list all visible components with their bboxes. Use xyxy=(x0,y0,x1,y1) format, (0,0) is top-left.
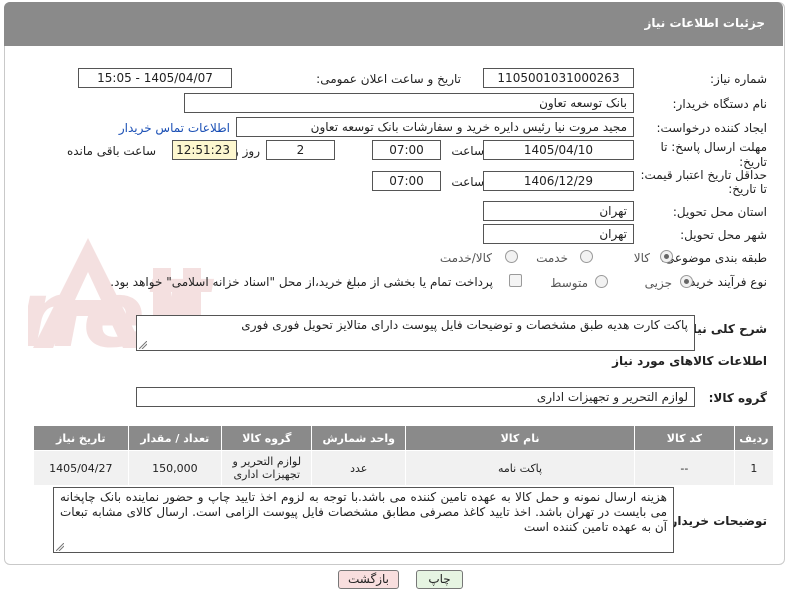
header-bar: جزئیات اطلاعات نیاز xyxy=(4,2,783,46)
treasury-payment-note: پرداخت تمام یا بخشی از مبلغ خرید،از محل … xyxy=(110,275,493,289)
summary-textarea[interactable]: پاکت کارت هدیه طبق مشخصات و توضیحات فایل… xyxy=(136,315,695,351)
process-label: نوع فرآیند خرید : xyxy=(682,275,767,289)
announce-label: تاریخ و ساعت اعلان عمومی: xyxy=(316,72,461,86)
city-label: شهر محل تحویل: xyxy=(680,228,767,242)
days-label: روز و xyxy=(233,144,260,158)
category-option-service: خدمت xyxy=(536,251,568,265)
process-radio-minor[interactable] xyxy=(680,275,693,288)
buyer-org-label: نام دستگاه خریدار: xyxy=(672,97,768,111)
summary-text: پاکت کارت هدیه طبق مشخصات و توضیحات فایل… xyxy=(241,318,688,332)
category-option-both: کالا/خدمت xyxy=(439,251,492,265)
deadline-time-label: ساعت xyxy=(451,144,484,158)
resize-handle-icon[interactable] xyxy=(139,341,147,349)
goods-group-label: گروه کالا: xyxy=(708,391,767,405)
days-field: 2 xyxy=(266,140,335,160)
goods-section-title: اطلاعات کالاهای مورد نیاز xyxy=(612,354,767,368)
need-number-field: 1105001031000263 xyxy=(483,68,634,88)
cell-quantity: 150,000 xyxy=(127,450,223,486)
category-radio-service[interactable] xyxy=(580,250,593,263)
deadline-time-field: 07:00 xyxy=(372,140,441,160)
table-row[interactable]: 1 -- پاکت نامه عدد لوازم التحریر و تجهیز… xyxy=(33,450,775,486)
col-row: ردیف xyxy=(733,425,775,451)
validity-label-2: تا تاریخ: xyxy=(728,182,767,196)
col-quantity: تعداد / مقدار xyxy=(127,425,223,451)
validity-date-field: 1406/12/29 xyxy=(483,171,634,191)
creator-field: مجید مروت نیا رئیس دایره خرید و سفارشات … xyxy=(236,117,634,137)
cell-row: 1 xyxy=(733,450,775,486)
cell-unit: عدد xyxy=(311,450,406,486)
need-number-label: شماره نیاز: xyxy=(710,72,767,86)
category-label: طبقه بندی موضوعی: xyxy=(660,251,767,265)
creator-label: ایجاد کننده درخواست: xyxy=(656,121,767,135)
buyer-notes-label: توضیحات خریدار: xyxy=(665,514,767,528)
process-option-medium: متوسط xyxy=(550,276,588,290)
resize-handle-icon[interactable] xyxy=(56,543,64,551)
category-radio-goods[interactable] xyxy=(660,250,673,263)
goods-table-header: ردیف کد کالا نام کالا واحد شمارش گروه کا… xyxy=(33,425,775,451)
goods-group-field: لوازم التحریر و تجهیزات اداری xyxy=(136,387,695,407)
validity-time-label: ساعت xyxy=(451,175,484,189)
print-button[interactable]: چاپ xyxy=(416,570,463,589)
col-need-date: تاریخ نیاز xyxy=(33,425,129,451)
province-label: استان محل تحویل: xyxy=(672,205,767,219)
buyer-notes-text: هزینه ارسال نمونه و حمل کالا به عهده تام… xyxy=(60,490,667,534)
col-name: نام کالا xyxy=(404,425,636,451)
process-radio-medium[interactable] xyxy=(595,275,608,288)
goods-table: ردیف کد کالا نام کالا واحد شمارش گروه کا… xyxy=(33,425,775,486)
province-field: تهران xyxy=(483,201,634,221)
back-button[interactable]: بازگشت xyxy=(338,570,399,589)
col-group: گروه کالا xyxy=(221,425,313,451)
deadline-label: مهلت ارسال پاسخ: تا xyxy=(660,140,767,154)
buyer-org-field: بانک توسعه تعاون xyxy=(184,93,634,113)
contact-info-link[interactable]: اطلاعات تماس خریدار xyxy=(119,121,230,135)
remaining-time-field: 12:51:23 xyxy=(172,140,237,160)
cell-code: -- xyxy=(634,450,735,486)
treasury-payment-checkbox[interactable] xyxy=(509,274,522,287)
col-code: کد کالا xyxy=(634,425,735,451)
process-option-minor: جزیی xyxy=(644,276,672,290)
deadline-label-2: تاریخ: xyxy=(739,155,767,169)
cell-name: پاکت نامه xyxy=(404,450,636,486)
deadline-date-field: 1405/04/10 xyxy=(483,140,634,160)
validity-label: حداقل تاریخ اعتبار قیمت: xyxy=(640,168,767,182)
category-option-goods: کالا xyxy=(633,251,650,265)
city-field: تهران xyxy=(483,224,634,244)
category-radio-both[interactable] xyxy=(505,250,518,263)
validity-time-field: 07:00 xyxy=(372,171,441,191)
page-title: جزئیات اطلاعات نیاز xyxy=(644,16,765,30)
col-unit: واحد شمارش xyxy=(311,425,406,451)
cell-need-date: 1405/04/27 xyxy=(33,450,129,486)
buyer-notes-textarea[interactable]: هزینه ارسال نمونه و حمل کالا به عهده تام… xyxy=(53,487,674,553)
remaining-label: ساعت باقی مانده xyxy=(66,144,156,158)
cell-group: لوازم التحریر و تجهیزات اداری xyxy=(221,450,313,486)
announce-field: 1405/04/07 - 15:05 xyxy=(78,68,232,88)
